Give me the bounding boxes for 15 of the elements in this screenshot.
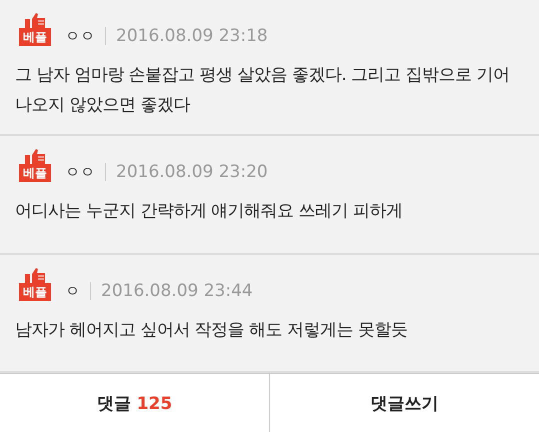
thumbs-up-icon <box>24 148 46 164</box>
best-badge: 베플 <box>19 164 51 182</box>
comment-date: 2016.08.09 23:18 <box>116 26 268 46</box>
author-name: ㅇ <box>65 281 80 301</box>
comment-text: 그 남자 엄마랑 손붙잡고 평생 살았음 좋겠다. 그리고 집밖으로 기어나오지 않았으면 좋겠다 <box>15 64 511 117</box>
thumbs-up-icon <box>24 12 46 28</box>
comment-text: 남자가 헤어지고 싶어서 작정을 해도 저렇게는 못할듯 <box>15 319 408 342</box>
thumbs-up-icon <box>24 267 46 283</box>
comment-date: 2016.08.09 23:44 <box>101 281 253 301</box>
best-badge: 베플 <box>19 28 51 46</box>
author-name: ㅇㅇ <box>65 162 95 182</box>
comment-date: 2016.08.09 23:20 <box>116 162 268 182</box>
best-badge: 베플 <box>19 283 51 301</box>
author-name: ㅇㅇ <box>65 26 95 46</box>
comment-text: 어디사는 누군지 간략하게 얘기해줘요 쓰레기 피하게 <box>15 200 404 223</box>
